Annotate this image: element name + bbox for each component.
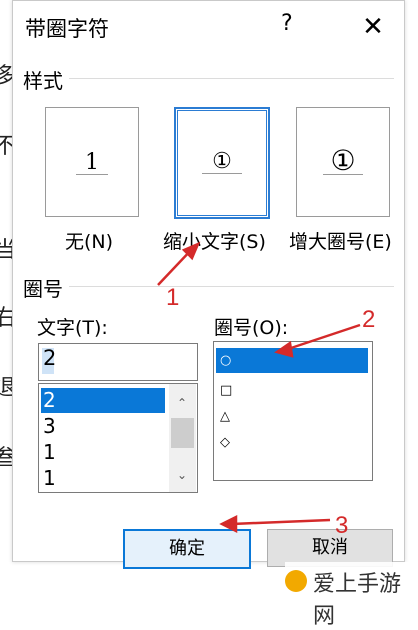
style-option-shrink-text[interactable]: ① bbox=[174, 107, 270, 219]
style-option-enlarge-symbol-label[interactable]: 增大圈号(E) bbox=[289, 227, 392, 254]
enclosure-list[interactable]: ○ □ △ ◇ bbox=[213, 341, 373, 481]
preview-glyph: ① bbox=[330, 144, 356, 177]
circle-symbol: ○ bbox=[220, 353, 232, 368]
dialog: 带圈字符 ? ✕ 样式 1 无(N) ① 缩小文字(S) ① 增大圈号(E) 圈… bbox=[12, 0, 405, 569]
titlebar: 带圈字符 ? ✕ bbox=[13, 1, 404, 53]
baseline bbox=[76, 174, 108, 175]
divider bbox=[69, 286, 394, 287]
annotation-label-3: 3 bbox=[335, 512, 349, 539]
baseline bbox=[323, 174, 363, 175]
chevron-down-icon[interactable]: ⌄ bbox=[173, 468, 191, 482]
preview-glyph: 1 bbox=[85, 150, 99, 175]
logo-icon bbox=[285, 570, 307, 592]
text-list[interactable]: 2 3 1 1 ⌃ ⌄ bbox=[38, 383, 198, 493]
annotation-label-2: 2 bbox=[362, 306, 376, 333]
list-item[interactable]: 3 bbox=[41, 414, 165, 439]
list-item[interactable]: 1 bbox=[41, 440, 165, 465]
watermark: 爱上手游网 bbox=[285, 562, 418, 629]
diamond-symbol: ◇ bbox=[220, 435, 230, 450]
divider bbox=[69, 78, 394, 79]
close-button[interactable]: ✕ bbox=[353, 7, 393, 47]
baseline bbox=[202, 173, 242, 174]
style-group-label: 样式 bbox=[23, 69, 63, 93]
triangle-symbol: △ bbox=[220, 409, 230, 424]
scrollbar-thumb[interactable] bbox=[171, 418, 194, 448]
list-item[interactable]: ◇ bbox=[216, 430, 368, 455]
scrollbar[interactable]: ⌃ ⌄ bbox=[169, 384, 196, 492]
watermark-text: 爱上手游网 bbox=[313, 572, 402, 629]
preview-glyph: ① bbox=[212, 149, 232, 174]
annotation-label-1: 1 bbox=[166, 284, 180, 311]
dialog-title: 带圈字符 bbox=[25, 17, 109, 41]
text-input[interactable]: 2 bbox=[38, 343, 198, 381]
circle-group-label: 圈号 bbox=[23, 277, 63, 301]
style-option-none[interactable]: 1 bbox=[45, 107, 139, 217]
chevron-up-icon[interactable]: ⌃ bbox=[173, 396, 191, 410]
list-item[interactable]: ○ bbox=[216, 348, 368, 373]
style-option-none-label[interactable]: 无(N) bbox=[65, 227, 113, 254]
text-input-value: 2 bbox=[43, 346, 57, 370]
list-item[interactable]: 1 bbox=[41, 466, 165, 491]
text-field-label: 文字(T): bbox=[37, 317, 108, 339]
style-option-enlarge-symbol[interactable]: ① bbox=[296, 107, 390, 217]
square-symbol: □ bbox=[220, 383, 233, 398]
list-item[interactable]: △ bbox=[216, 404, 368, 429]
style-option-shrink-text-label[interactable]: 缩小文字(S) bbox=[163, 227, 266, 254]
enclosure-field-label: 圈号(O): bbox=[214, 317, 289, 339]
ok-button[interactable]: 确定 bbox=[123, 529, 251, 569]
list-item[interactable]: □ bbox=[216, 378, 368, 403]
list-item[interactable]: 2 bbox=[41, 388, 165, 413]
help-button[interactable]: ? bbox=[281, 11, 293, 36]
